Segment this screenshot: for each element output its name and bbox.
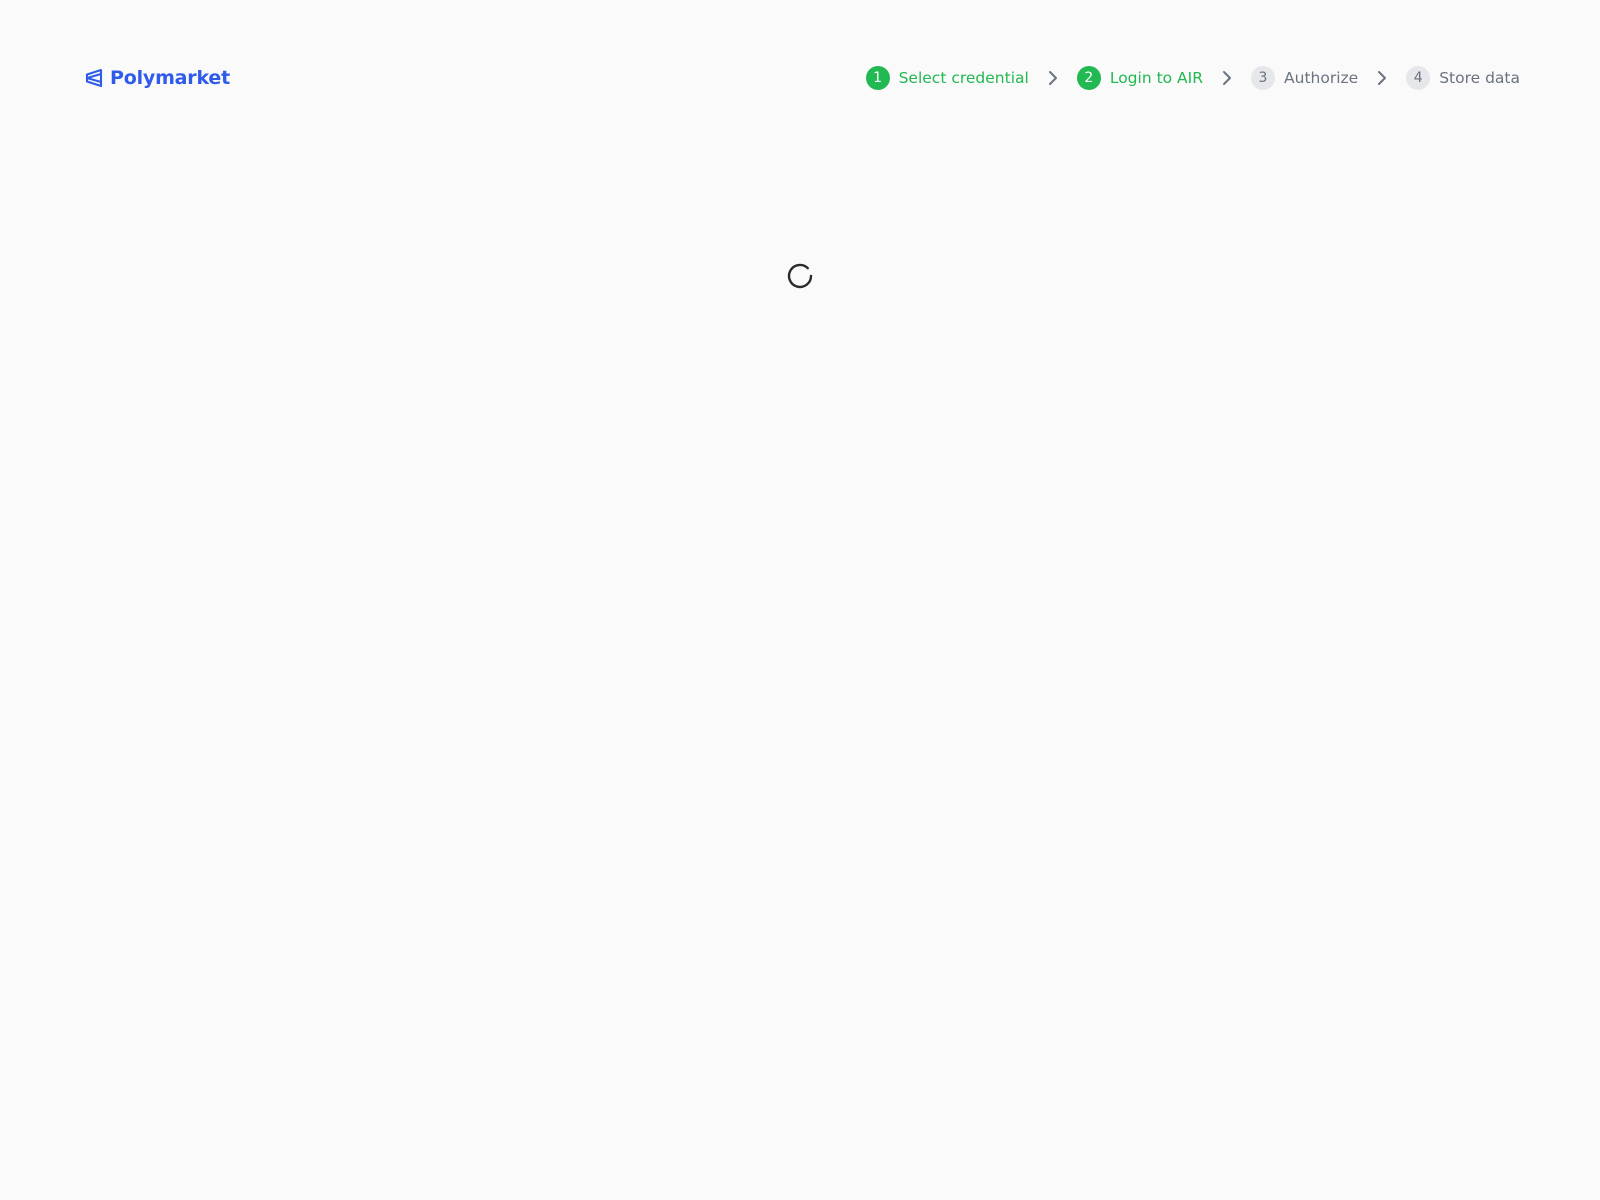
step-label: Store data [1439,69,1520,87]
step-store-data: 4 Store data [1406,66,1520,90]
loading-spinner-icon [786,262,814,290]
step-number: 4 [1406,66,1431,90]
step-label: Authorize [1284,69,1359,87]
step-select-credential: 1 Select credential [865,66,1029,90]
step-number: 3 [1251,66,1276,90]
step-login-to-air: 2 Login to AIR [1076,66,1204,90]
step-label: Login to AIR [1109,69,1204,87]
chevron-right-icon [1203,66,1251,90]
polymarket-logo-icon [85,68,103,88]
page: Polymarket 1 Select credential 2 Login t… [0,0,1600,1200]
header: Polymarket 1 Select credential 2 Login t… [85,58,1520,98]
chevron-right-icon [1029,66,1077,90]
progress-stepper: 1 Select credential 2 Login to AIR 3 Aut… [865,66,1520,90]
chevron-right-icon [1358,66,1406,90]
brand-name: Polymarket [110,67,230,89]
step-label: Select credential [898,69,1029,87]
brand-logo-link[interactable]: Polymarket [85,67,230,89]
step-authorize: 3 Authorize [1251,66,1358,90]
step-number: 1 [865,66,890,90]
step-number: 2 [1076,66,1101,90]
